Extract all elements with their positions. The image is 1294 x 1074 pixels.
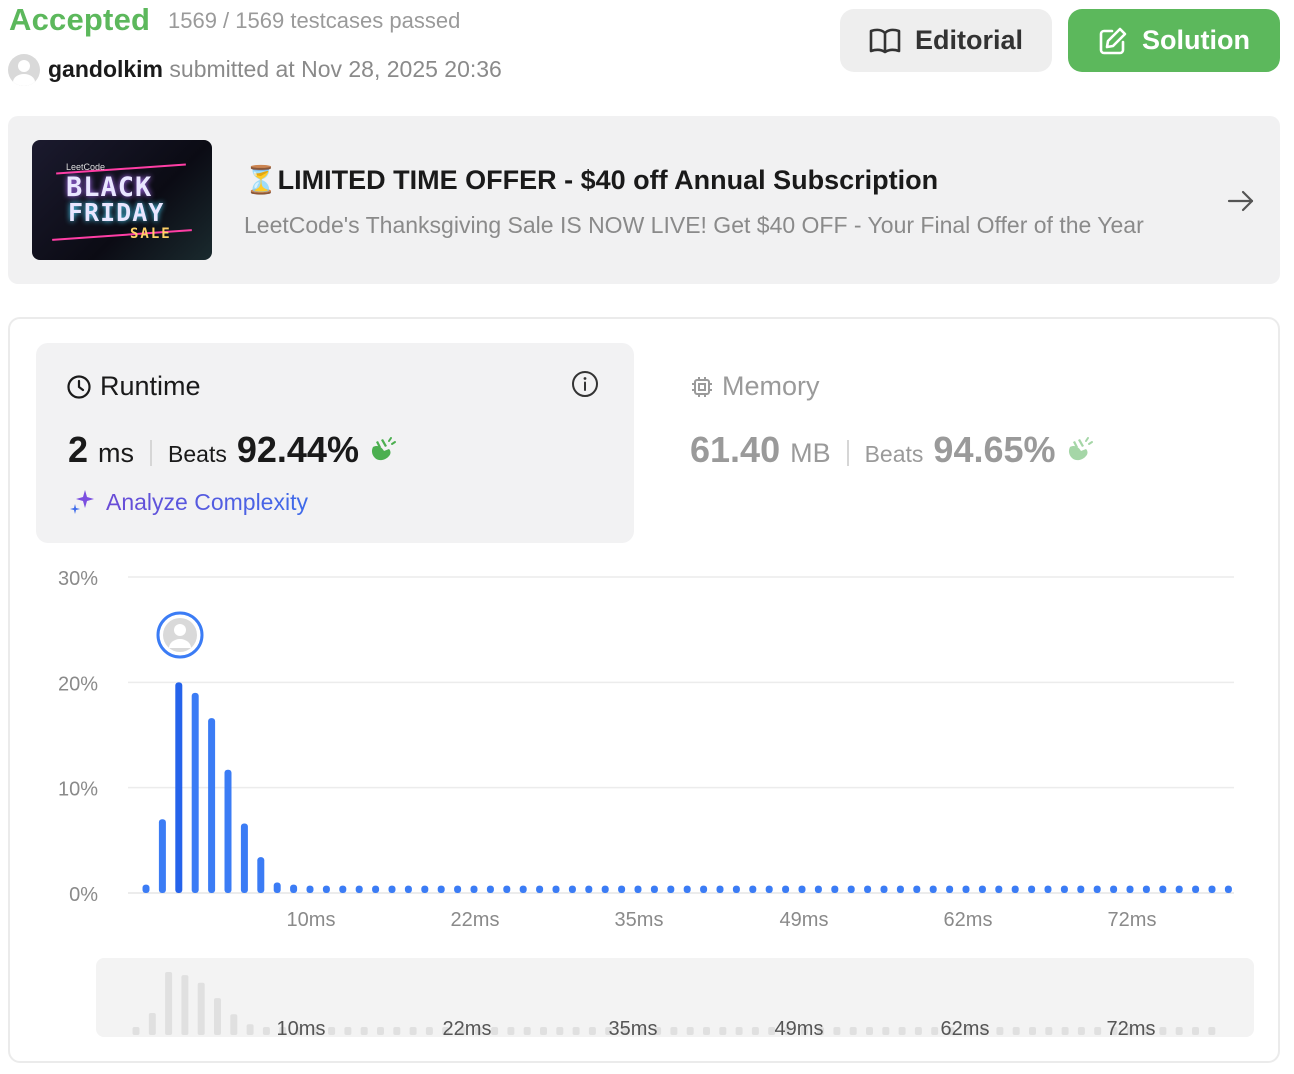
performance-panel: Runtime 2 ms Beats 92.44% Analyze Comple… (8, 317, 1280, 1063)
submitted-at: submitted at Nov 28, 2025 20:36 (169, 56, 502, 82)
promo-title: ⏳LIMITED TIME OFFER - $40 off Annual Sub… (244, 165, 939, 195)
memory-tab[interactable]: Memory (690, 371, 820, 402)
sparkle-icon (70, 490, 94, 514)
runtime-title: Runtime (66, 371, 201, 402)
memory-unit: MB (790, 438, 831, 468)
runtime-value: 2 (68, 429, 89, 470)
clap-icon (371, 437, 396, 461)
divider (846, 440, 849, 466)
divider (150, 440, 153, 466)
analyze-complexity-label: Analyze Complexity (106, 488, 308, 515)
solution-button[interactable]: Solution (1068, 9, 1280, 72)
memory-value: 61.40 (690, 429, 781, 470)
black-friday-image: LeetCode BLACK FRIDAY SALE (32, 140, 212, 260)
submitter-info: gandolkim submitted at Nov 28, 2025 20:3… (48, 56, 502, 83)
chip-icon (692, 376, 712, 397)
memory-beats-pct: 94.65% (933, 429, 1056, 470)
memory-beats-label: Beats (864, 441, 924, 467)
book-icon (869, 28, 901, 53)
runtime-beats-pct: 92.44% (236, 429, 359, 470)
runtime-card[interactable]: Runtime 2 ms Beats 92.44% Analyze Comple… (36, 343, 634, 543)
analyze-complexity-link[interactable]: Analyze Complexity (68, 488, 308, 516)
memory-stats: 61.40 MB Beats 94.65% (690, 429, 1094, 471)
submission-header: Accepted 1569 / 1569 testcases passed ga… (0, 0, 1294, 100)
clap-icon (1068, 437, 1093, 461)
status-label: Accepted (9, 2, 151, 37)
promo-subtitle: LeetCode's Thanksgiving Sale IS NOW LIVE… (244, 212, 1144, 238)
editorial-button[interactable]: Editorial (840, 9, 1052, 72)
username-link[interactable]: gandolkim (48, 56, 163, 82)
runtime-label: Runtime (100, 371, 201, 401)
arrow-right-icon[interactable] (1226, 186, 1256, 216)
avatar[interactable] (8, 54, 40, 86)
editorial-label: Editorial (914, 25, 1023, 55)
memory-label: Memory (722, 371, 820, 401)
promo-banner[interactable]: LeetCode BLACK FRIDAY SALE ⏳LIMITED TIME… (8, 116, 1280, 284)
edit-icon (1099, 27, 1127, 54)
clock-icon (67, 374, 91, 399)
solution-label: Solution (1142, 25, 1250, 55)
info-icon[interactable] (570, 369, 600, 399)
runtime-beats-label: Beats (168, 441, 227, 467)
testcases-passed: 1569 / 1569 testcases passed (168, 8, 461, 33)
runtime-stats: 2 ms Beats 92.44% (68, 429, 397, 471)
runtime-unit: ms (98, 438, 135, 468)
